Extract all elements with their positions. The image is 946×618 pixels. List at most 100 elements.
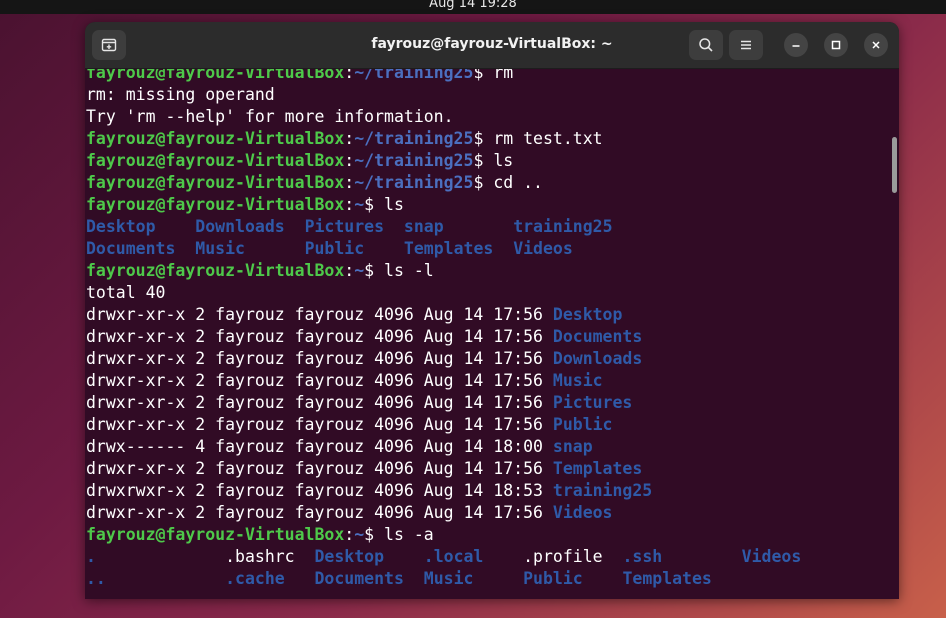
- directory-name: Music: [423, 569, 524, 588]
- prompt-user: fayrouz@fayrouz-VirtualBox: [86, 525, 345, 544]
- prompt-symbol: $: [473, 151, 494, 170]
- prompt-separator: :: [344, 261, 355, 280]
- listing-row: drwxr-xr-x 2 fayrouz fayrouz 4096 Aug 14…: [86, 304, 801, 326]
- directory-name: Pictures: [304, 217, 404, 236]
- prompt-path: ~/training25: [354, 69, 474, 82]
- prompt-user: fayrouz@fayrouz-VirtualBox: [86, 195, 345, 214]
- scrollbar-thumb[interactable]: [892, 137, 897, 193]
- prompt-user: fayrouz@fayrouz-VirtualBox: [86, 261, 345, 280]
- scrollbar[interactable]: [890, 69, 899, 599]
- directory-name: .local: [423, 547, 524, 566]
- output-line: total 40: [86, 282, 801, 304]
- terminal-lines: fayrouz@fayrouz-VirtualBox:~/training25$…: [86, 69, 801, 590]
- close-icon: [872, 41, 880, 49]
- command-text: ls: [384, 195, 404, 214]
- directory-name: Desktop: [86, 217, 196, 236]
- directory-name: Videos: [513, 239, 573, 258]
- listing-row: drwxr-xr-x 2 fayrouz fayrouz 4096 Aug 14…: [86, 502, 801, 524]
- directory-name: Desktop: [552, 305, 623, 324]
- maximize-button[interactable]: [824, 33, 848, 57]
- clock[interactable]: Aug 14 19:28: [0, 0, 946, 11]
- listing-row: drwxr-xr-x 2 fayrouz fayrouz 4096 Aug 14…: [86, 458, 801, 480]
- directory-name: Desktop: [314, 547, 424, 566]
- prompt-line: fayrouz@fayrouz-VirtualBox:~$ ls -l: [86, 260, 801, 282]
- listing-row: drwxrwxr-x 2 fayrouz fayrouz 4096 Aug 14…: [86, 480, 801, 502]
- prompt-separator: :: [344, 151, 355, 170]
- prompt-symbol: $: [364, 261, 385, 280]
- command-text: rm test.txt: [493, 129, 603, 148]
- listing-row: drwxr-xr-x 2 fayrouz fayrouz 4096 Aug 14…: [86, 370, 801, 392]
- prompt-line: fayrouz@fayrouz-VirtualBox:~$ ls: [86, 194, 801, 216]
- prompt-separator: :: [344, 525, 355, 544]
- directory-name: Music: [552, 371, 603, 390]
- prompt-user: fayrouz@fayrouz-VirtualBox: [86, 173, 345, 192]
- directory-name: Music: [195, 239, 305, 258]
- search-button[interactable]: [689, 30, 723, 60]
- terminal-window: fayrouz@fayrouz-VirtualBox: ~ fayrouz@fa…: [85, 22, 899, 599]
- directory-name: Public: [523, 569, 623, 588]
- menu-icon: [741, 40, 751, 50]
- prompt-symbol: $: [364, 195, 385, 214]
- prompt-line: fayrouz@fayrouz-VirtualBox:~$ ls -a: [86, 524, 801, 546]
- directory-name: Videos: [741, 547, 802, 566]
- terminal-output[interactable]: fayrouz@fayrouz-VirtualBox:~/training25$…: [85, 69, 891, 599]
- listing-details: drwxrwxr-x 2 fayrouz fayrouz 4096 Aug 14…: [86, 481, 553, 500]
- listing-details: drwxr-xr-x 2 fayrouz fayrouz 4096 Aug 14…: [86, 415, 553, 434]
- prompt-separator: :: [344, 195, 355, 214]
- output-line: Try 'rm --help' for more information.: [86, 106, 801, 128]
- prompt-line: fayrouz@fayrouz-VirtualBox:~/training25$…: [86, 172, 801, 194]
- directory-name: Templates: [403, 239, 514, 258]
- directory-name: Downloads: [195, 217, 305, 236]
- prompt-path: ~/training25: [354, 129, 474, 148]
- prompt-user: fayrouz@fayrouz-VirtualBox: [86, 69, 345, 82]
- listing-row: drwx------ 4 fayrouz fayrouz 4096 Aug 14…: [86, 436, 801, 458]
- prompt-symbol: $: [473, 129, 494, 148]
- listing-details: drwxr-xr-x 2 fayrouz fayrouz 4096 Aug 14…: [86, 503, 553, 522]
- command-text: cd ..: [493, 173, 543, 192]
- maximize-icon: [831, 40, 841, 50]
- prompt-separator: :: [344, 129, 355, 148]
- prompt-separator: :: [344, 173, 355, 192]
- listing-details: drwxr-xr-x 2 fayrouz fayrouz 4096 Aug 14…: [86, 349, 553, 368]
- command-text: ls -a: [384, 525, 434, 544]
- prompt-symbol: $: [364, 525, 385, 544]
- listing-row: drwxr-xr-x 2 fayrouz fayrouz 4096 Aug 14…: [86, 348, 801, 370]
- output-text: rm: missing operand: [86, 85, 275, 104]
- output-text: total 40: [86, 283, 166, 302]
- listing-details: drwxr-xr-x 2 fayrouz fayrouz 4096 Aug 14…: [86, 305, 553, 324]
- window-title: fayrouz@fayrouz-VirtualBox: ~: [371, 36, 613, 52]
- menu-button[interactable]: [729, 30, 763, 60]
- close-button[interactable]: [864, 33, 888, 57]
- top-bar: Aug 14 19:28: [0, 0, 946, 14]
- prompt-line: fayrouz@fayrouz-VirtualBox:~/training25$…: [86, 128, 801, 150]
- listing-row: drwxr-xr-x 2 fayrouz fayrouz 4096 Aug 14…: [86, 326, 801, 348]
- directory-name: snap: [552, 437, 593, 456]
- directory-name: snap: [403, 217, 514, 236]
- prompt-symbol: $: [473, 69, 494, 82]
- minimize-icon: [792, 45, 800, 47]
- directory-listing-row: Documents Music Public Templates Videos: [86, 238, 801, 260]
- listing-details: drwx------ 4 fayrouz fayrouz 4096 Aug 14…: [86, 437, 553, 456]
- directory-name: Documents: [86, 239, 196, 258]
- listing-details: drwxr-xr-x 2 fayrouz fayrouz 4096 Aug 14…: [86, 327, 553, 346]
- prompt-path: ~: [354, 261, 365, 280]
- directory-name: .cache: [225, 569, 315, 588]
- directory-name: Pictures: [552, 393, 633, 412]
- minimize-button[interactable]: [784, 33, 808, 57]
- directory-name: training25: [552, 481, 653, 500]
- directory-name: Public: [304, 239, 404, 258]
- directory-name: Templates: [552, 459, 643, 478]
- file-name: .bashrc: [225, 547, 315, 566]
- title-bar: fayrouz@fayrouz-VirtualBox: ~: [85, 22, 899, 69]
- output-text: Try 'rm --help' for more information.: [86, 107, 454, 126]
- listing-details: drwxr-xr-x 2 fayrouz fayrouz 4096 Aug 14…: [86, 393, 553, 412]
- prompt-path: ~/training25: [354, 173, 474, 192]
- prompt-path: ~: [354, 195, 365, 214]
- prompt-path: ~: [354, 525, 365, 544]
- prompt-separator: :: [344, 69, 355, 82]
- listing-details: drwxr-xr-x 2 fayrouz fayrouz 4096 Aug 14…: [86, 459, 553, 478]
- directory-name: Downloads: [552, 349, 643, 368]
- listing-details: drwxr-xr-x 2 fayrouz fayrouz 4096 Aug 14…: [86, 371, 553, 390]
- prompt-line: fayrouz@fayrouz-VirtualBox:~/training25$…: [86, 150, 801, 172]
- directory-name: Templates: [622, 569, 712, 588]
